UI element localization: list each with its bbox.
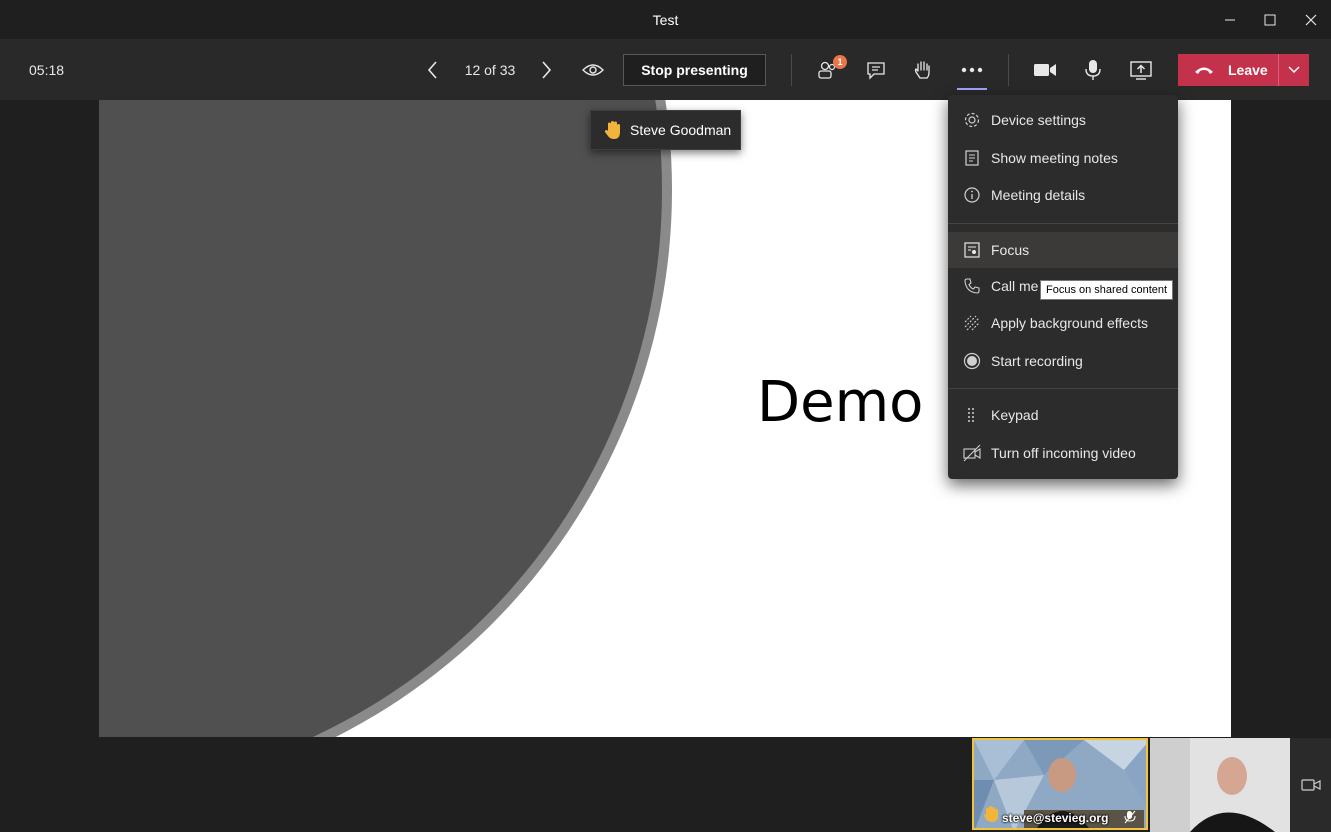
camera-icon xyxy=(1034,64,1056,76)
raised-hand-icon xyxy=(604,121,620,139)
participant-video-image xyxy=(1150,738,1290,832)
focus-tooltip: Focus on shared content xyxy=(1040,280,1174,300)
microphone-button[interactable] xyxy=(1077,55,1109,85)
menu-item-meeting-notes[interactable]: Show meeting notes xyxy=(948,140,1178,176)
menu-item-meeting-details[interactable]: Meeting details xyxy=(948,177,1178,213)
focus-icon xyxy=(963,241,981,259)
leave-main[interactable]: Leave xyxy=(1178,54,1278,86)
minimize-button[interactable] xyxy=(1215,8,1245,32)
gear-icon xyxy=(963,111,981,129)
hand-icon xyxy=(914,61,930,79)
menu-item-focus[interactable]: Focus xyxy=(948,232,1178,268)
menu-item-label: Focus xyxy=(991,242,1030,258)
private-view-button[interactable] xyxy=(577,55,609,85)
slide-title: Demo xyxy=(757,370,924,435)
window-title-bar: Test xyxy=(0,0,1331,40)
microphone-icon xyxy=(1085,60,1101,80)
menu-item-label: Call me xyxy=(991,278,1039,294)
menu-item-label: Show meeting notes xyxy=(991,150,1118,166)
menu-divider xyxy=(948,223,1178,224)
record-icon xyxy=(963,352,981,370)
video-options-button[interactable] xyxy=(1290,738,1331,832)
raised-hand-name: Steve Goodman xyxy=(630,122,732,138)
menu-divider xyxy=(948,388,1178,389)
menu-item-turn-off-incoming-video[interactable]: Turn off incoming video xyxy=(948,435,1178,471)
raised-hand-notification: Steve Goodman xyxy=(590,110,741,150)
close-button[interactable] xyxy=(1296,8,1326,32)
menu-item-keypad[interactable]: Keypad xyxy=(948,397,1178,433)
participants-badge: 1 xyxy=(833,55,847,69)
hang-up-icon xyxy=(1195,67,1213,74)
chevron-left-icon xyxy=(427,61,437,79)
window-title: Test xyxy=(652,12,679,28)
menu-item-label: Turn off incoming video xyxy=(991,445,1136,461)
chevron-right-icon xyxy=(542,61,552,79)
share-screen-icon xyxy=(1130,61,1152,80)
meeting-toolbar: 05:18 12 of 33 Stop presenting 1 Leave xyxy=(0,40,1331,100)
phone-icon xyxy=(963,277,981,295)
maximize-button[interactable] xyxy=(1255,8,1285,32)
menu-item-label: Start recording xyxy=(991,353,1083,369)
menu-item-device-settings[interactable]: Device settings xyxy=(948,102,1178,138)
more-active-indicator xyxy=(957,88,987,90)
eye-icon xyxy=(582,64,604,76)
next-slide-button[interactable] xyxy=(530,55,562,85)
menu-item-background-effects[interactable]: Apply background effects xyxy=(948,305,1178,341)
self-video-caption: steve@stevieg.org xyxy=(1002,811,1109,825)
chevron-down-icon xyxy=(1288,66,1300,74)
notes-icon xyxy=(963,149,981,167)
more-icon xyxy=(961,67,983,73)
menu-item-start-recording[interactable]: Start recording xyxy=(948,343,1178,379)
stop-presenting-button[interactable]: Stop presenting xyxy=(623,54,766,86)
self-video-tile[interactable]: steve@stevieg.org xyxy=(972,738,1148,830)
menu-item-label: Device settings xyxy=(991,112,1086,128)
keypad-icon xyxy=(963,406,981,424)
self-raised-hand-icon xyxy=(983,806,998,822)
video-off-icon xyxy=(963,444,981,462)
toolbar-divider xyxy=(1008,54,1009,86)
slide-counter: 12 of 33 xyxy=(464,62,516,78)
leave-options-button[interactable] xyxy=(1278,54,1309,86)
menu-item-label: Meeting details xyxy=(991,187,1086,203)
chat-button[interactable] xyxy=(860,55,892,85)
participant-video-tile[interactable] xyxy=(1150,738,1290,832)
previous-slide-button[interactable] xyxy=(417,55,449,85)
close-icon xyxy=(1305,14,1317,26)
menu-item-label: Apply background effects xyxy=(991,315,1148,331)
menu-item-label: Keypad xyxy=(991,407,1039,423)
share-tray-button[interactable] xyxy=(1125,55,1157,85)
leave-button[interactable]: Leave xyxy=(1178,54,1309,86)
video-call-icon xyxy=(1300,779,1321,791)
raise-hand-button[interactable] xyxy=(907,55,939,85)
leave-label: Leave xyxy=(1228,62,1268,78)
meeting-timer: 05:18 xyxy=(29,62,65,78)
chat-icon xyxy=(867,62,885,80)
mic-muted-icon xyxy=(1124,810,1136,824)
background-effects-icon xyxy=(963,314,981,332)
maximize-icon xyxy=(1264,14,1276,26)
toolbar-divider xyxy=(791,54,792,86)
camera-button[interactable] xyxy=(1029,55,1061,85)
minimize-icon xyxy=(1225,19,1235,21)
info-icon xyxy=(963,186,981,204)
more-actions-button[interactable] xyxy=(956,55,988,85)
